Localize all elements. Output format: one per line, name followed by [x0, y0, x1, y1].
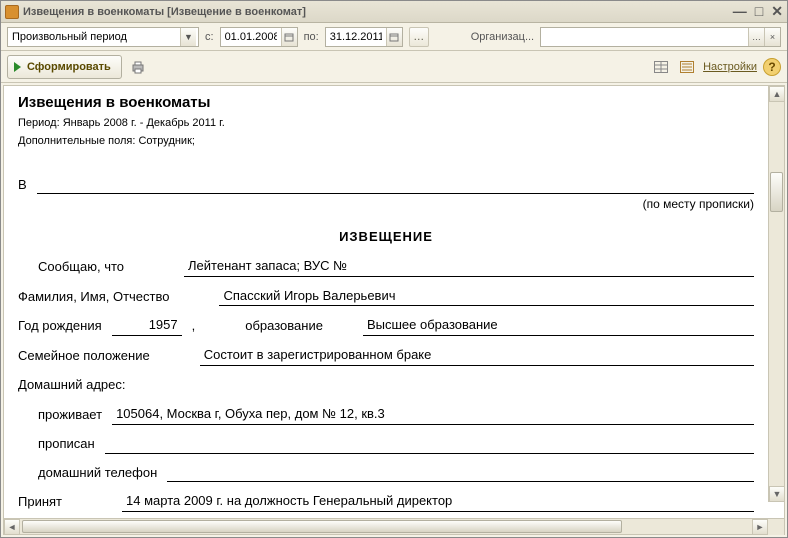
vscroll-thumb[interactable]	[770, 172, 783, 212]
from-label: с:	[205, 31, 214, 43]
doc-period-line: Период: Январь 2008 г. - Декабрь 2011 г.	[18, 116, 754, 132]
hired-value: 14 марта 2009 г. на должность Генеральны…	[122, 492, 754, 512]
minimize-button[interactable]: —	[733, 3, 747, 20]
edu-value: Высшее образование	[363, 316, 754, 336]
titlebar: Извещения в военкоматы [Извещение в воен…	[1, 1, 787, 23]
fio-label: Фамилия, Имя, Отчество	[18, 288, 169, 307]
action-toolbar: Сформировать Настройки ?	[1, 51, 787, 83]
phone-value	[167, 466, 754, 482]
org-clear-button[interactable]: ×	[764, 28, 780, 46]
vertical-scrollbar[interactable]: ▲ ▼	[768, 86, 784, 502]
scroll-right-button[interactable]: ►	[752, 519, 768, 535]
maximize-button[interactable]: □	[755, 3, 763, 20]
date-to-picker-button[interactable]	[386, 28, 402, 46]
marital-value: Состоит в зарегистрированном браке	[200, 346, 754, 366]
document-area: Извещения в военкоматы Период: Январь 20…	[1, 83, 787, 537]
help-button[interactable]: ?	[763, 58, 781, 76]
list-view-button[interactable]	[677, 57, 697, 77]
reg-value	[105, 438, 754, 454]
hscroll-track[interactable]	[20, 519, 752, 534]
play-icon	[14, 62, 21, 72]
date-from-picker-button[interactable]	[281, 28, 297, 46]
scroll-left-button[interactable]: ◄	[4, 519, 20, 535]
print-button[interactable]	[128, 57, 148, 77]
generate-button[interactable]: Сформировать	[7, 55, 122, 79]
doc-title: ИЗВЕЩЕНИЕ	[18, 228, 754, 247]
place-note: (по месту прописки)	[18, 196, 754, 213]
phone-label: домашний телефон	[38, 464, 157, 483]
lives-label: проживает	[38, 406, 102, 425]
inform-value: Лейтенант запаса; ВУС №	[184, 257, 754, 277]
edu-label: образование	[245, 317, 323, 336]
doc-heading: Извещения в военкоматы	[18, 92, 754, 114]
inform-label: Сообщаю, что	[38, 258, 124, 277]
calendar-icon	[389, 32, 399, 42]
org-label: Организац...	[471, 31, 534, 43]
date-to[interactable]	[325, 27, 403, 47]
to-field-value	[37, 178, 754, 194]
marital-label: Семейное положение	[18, 347, 150, 366]
date-from-input[interactable]	[221, 28, 281, 46]
scroll-down-button[interactable]: ▼	[769, 486, 784, 502]
reg-label: прописан	[38, 435, 95, 454]
date-from[interactable]	[220, 27, 298, 47]
org-select-button[interactable]: …	[748, 28, 764, 46]
table-view-button[interactable]	[651, 57, 671, 77]
period-combo[interactable]: ▼	[7, 27, 199, 47]
birth-value: 1957	[112, 316, 182, 336]
org-input[interactable]	[541, 28, 748, 46]
hscroll-thumb[interactable]	[22, 520, 622, 533]
list-icon	[680, 61, 694, 73]
window-title: Извещения в военкоматы [Извещение в воен…	[23, 6, 733, 18]
period-select-button[interactable]: …	[409, 27, 429, 47]
date-to-input[interactable]	[326, 28, 386, 46]
calendar-icon	[284, 32, 294, 42]
vscroll-track[interactable]	[769, 102, 784, 486]
fio-value: Спасский Игорь Валерьевич	[219, 287, 754, 307]
horizontal-scrollbar[interactable]: ◄ ►	[4, 518, 784, 534]
birth-label: Год рождения	[18, 317, 102, 336]
scroll-corner	[768, 519, 784, 535]
document: Извещения в военкоматы Период: Январь 20…	[4, 86, 768, 518]
printer-icon	[130, 59, 146, 75]
table-icon	[654, 61, 668, 73]
doc-extra-line: Дополнительные поля: Сотрудник;	[18, 134, 754, 150]
to-field-label: В	[18, 176, 27, 195]
app-window: Извещения в военкоматы [Извещение в воен…	[0, 0, 788, 538]
lives-value: 105064, Москва г, Обуха пер, дом № 12, к…	[112, 405, 754, 425]
to-label: по:	[304, 31, 319, 43]
birth-comma: ,	[192, 317, 196, 336]
scroll-up-button[interactable]: ▲	[769, 86, 784, 102]
app-icon	[5, 5, 19, 19]
addr-heading: Домашний адрес:	[18, 376, 754, 395]
period-dropdown-button[interactable]: ▼	[180, 28, 196, 46]
close-button[interactable]: ✕	[771, 3, 783, 20]
settings-link[interactable]: Настройки	[703, 61, 757, 73]
generate-button-label: Сформировать	[27, 61, 111, 73]
filter-toolbar: ▼ с: по: … Организац... … ×	[1, 23, 787, 51]
period-input[interactable]	[8, 28, 180, 46]
org-combo[interactable]: … ×	[540, 27, 781, 47]
hired-label: Принят	[18, 493, 62, 512]
